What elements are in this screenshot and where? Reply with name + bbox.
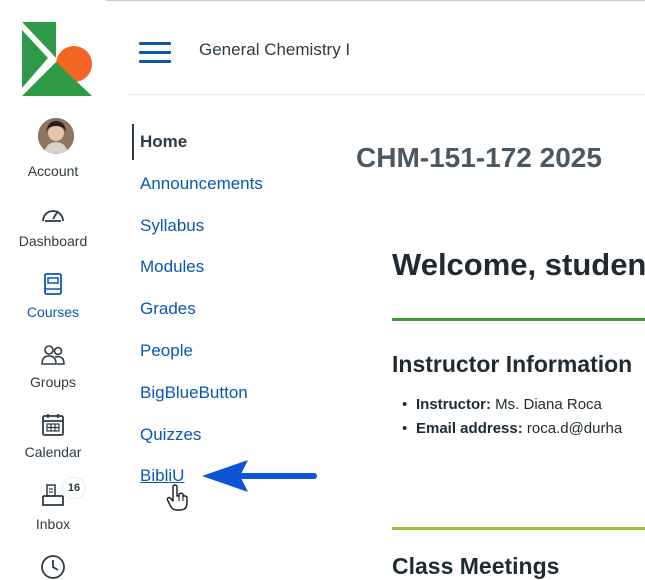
course-nav-announcements[interactable]: Announcements bbox=[140, 174, 263, 194]
course-nav-home[interactable]: Home bbox=[140, 132, 187, 152]
welcome-heading: Welcome, student bbox=[392, 247, 645, 282]
calendar-icon bbox=[42, 414, 64, 436]
pointer-hand-icon bbox=[166, 484, 188, 511]
instructor-info-heading: Instructor Information bbox=[392, 351, 633, 377]
course-nav-bibliu[interactable]: BibliU bbox=[140, 466, 184, 486]
course-nav-people[interactable]: People bbox=[140, 341, 193, 361]
global-nav-account[interactable]: Account bbox=[0, 108, 106, 179]
course-nav-syllabus[interactable]: Syllabus bbox=[140, 216, 204, 236]
global-nav-label: Dashboard bbox=[18, 233, 88, 249]
course-menu-toggle[interactable] bbox=[139, 40, 171, 64]
global-nav-label: Inbox bbox=[35, 516, 71, 532]
global-nav-history[interactable] bbox=[0, 548, 106, 580]
course-code-title: CHM-151-172 2025 bbox=[356, 142, 602, 173]
course-nav-modules[interactable]: Modules bbox=[140, 257, 204, 277]
history-icon bbox=[41, 555, 65, 579]
hamburger-line bbox=[139, 51, 171, 54]
annotation-arrow-icon bbox=[202, 460, 317, 492]
list-item: Instructor: Ms. Diana Roca bbox=[402, 396, 622, 420]
courses-icon bbox=[44, 273, 62, 295]
instructor-info-list: Instructor: Ms. Diana Roca Email address… bbox=[402, 396, 622, 444]
avatar bbox=[38, 118, 74, 154]
instructor-label: Instructor: bbox=[416, 396, 491, 413]
global-nav-inbox[interactable]: Inbox bbox=[0, 476, 106, 546]
inbox-unread-badge: 16 bbox=[63, 478, 85, 498]
instructor-value: Ms. Diana Roca bbox=[491, 396, 602, 413]
active-indicator bbox=[132, 124, 134, 160]
class-meetings-heading: Class Meetings bbox=[392, 553, 560, 579]
course-home-content: CHM-151-172 2025 Welcome, student Instru… bbox=[330, 95, 645, 580]
lime-divider bbox=[392, 527, 645, 530]
dashboard-icon bbox=[42, 210, 64, 222]
global-nav-label: Groups bbox=[30, 374, 76, 390]
hamburger-line bbox=[139, 42, 171, 45]
global-nav-label: Calendar bbox=[24, 444, 82, 460]
global-nav-courses[interactable]: Courses bbox=[0, 266, 106, 336]
global-nav-dashboard[interactable]: Dashboard bbox=[0, 195, 106, 265]
green-divider bbox=[392, 318, 645, 321]
global-nav-calendar[interactable]: Calendar bbox=[0, 406, 106, 476]
breadcrumb-course-name[interactable]: General Chemistry I bbox=[199, 40, 350, 60]
global-navigation: Account Dashboard Courses Groups Calenda… bbox=[0, 0, 106, 580]
course-nav-quizzes[interactable]: Quizzes bbox=[140, 425, 201, 445]
global-nav-label: Account bbox=[27, 163, 79, 179]
course-nav-grades[interactable]: Grades bbox=[140, 299, 196, 319]
global-nav-groups[interactable]: Groups bbox=[0, 336, 106, 406]
course-nav-bigbluebutton[interactable]: BigBlueButton bbox=[140, 383, 248, 403]
groups-icon bbox=[41, 345, 65, 365]
institution-logo[interactable] bbox=[22, 22, 92, 96]
hamburger-line bbox=[139, 60, 171, 63]
email-label: Email address: bbox=[416, 420, 523, 437]
global-nav-label: Courses bbox=[26, 304, 80, 320]
list-item: Email address: roca.d@durha bbox=[402, 420, 622, 444]
email-value[interactable]: roca.d@durha bbox=[523, 420, 622, 437]
